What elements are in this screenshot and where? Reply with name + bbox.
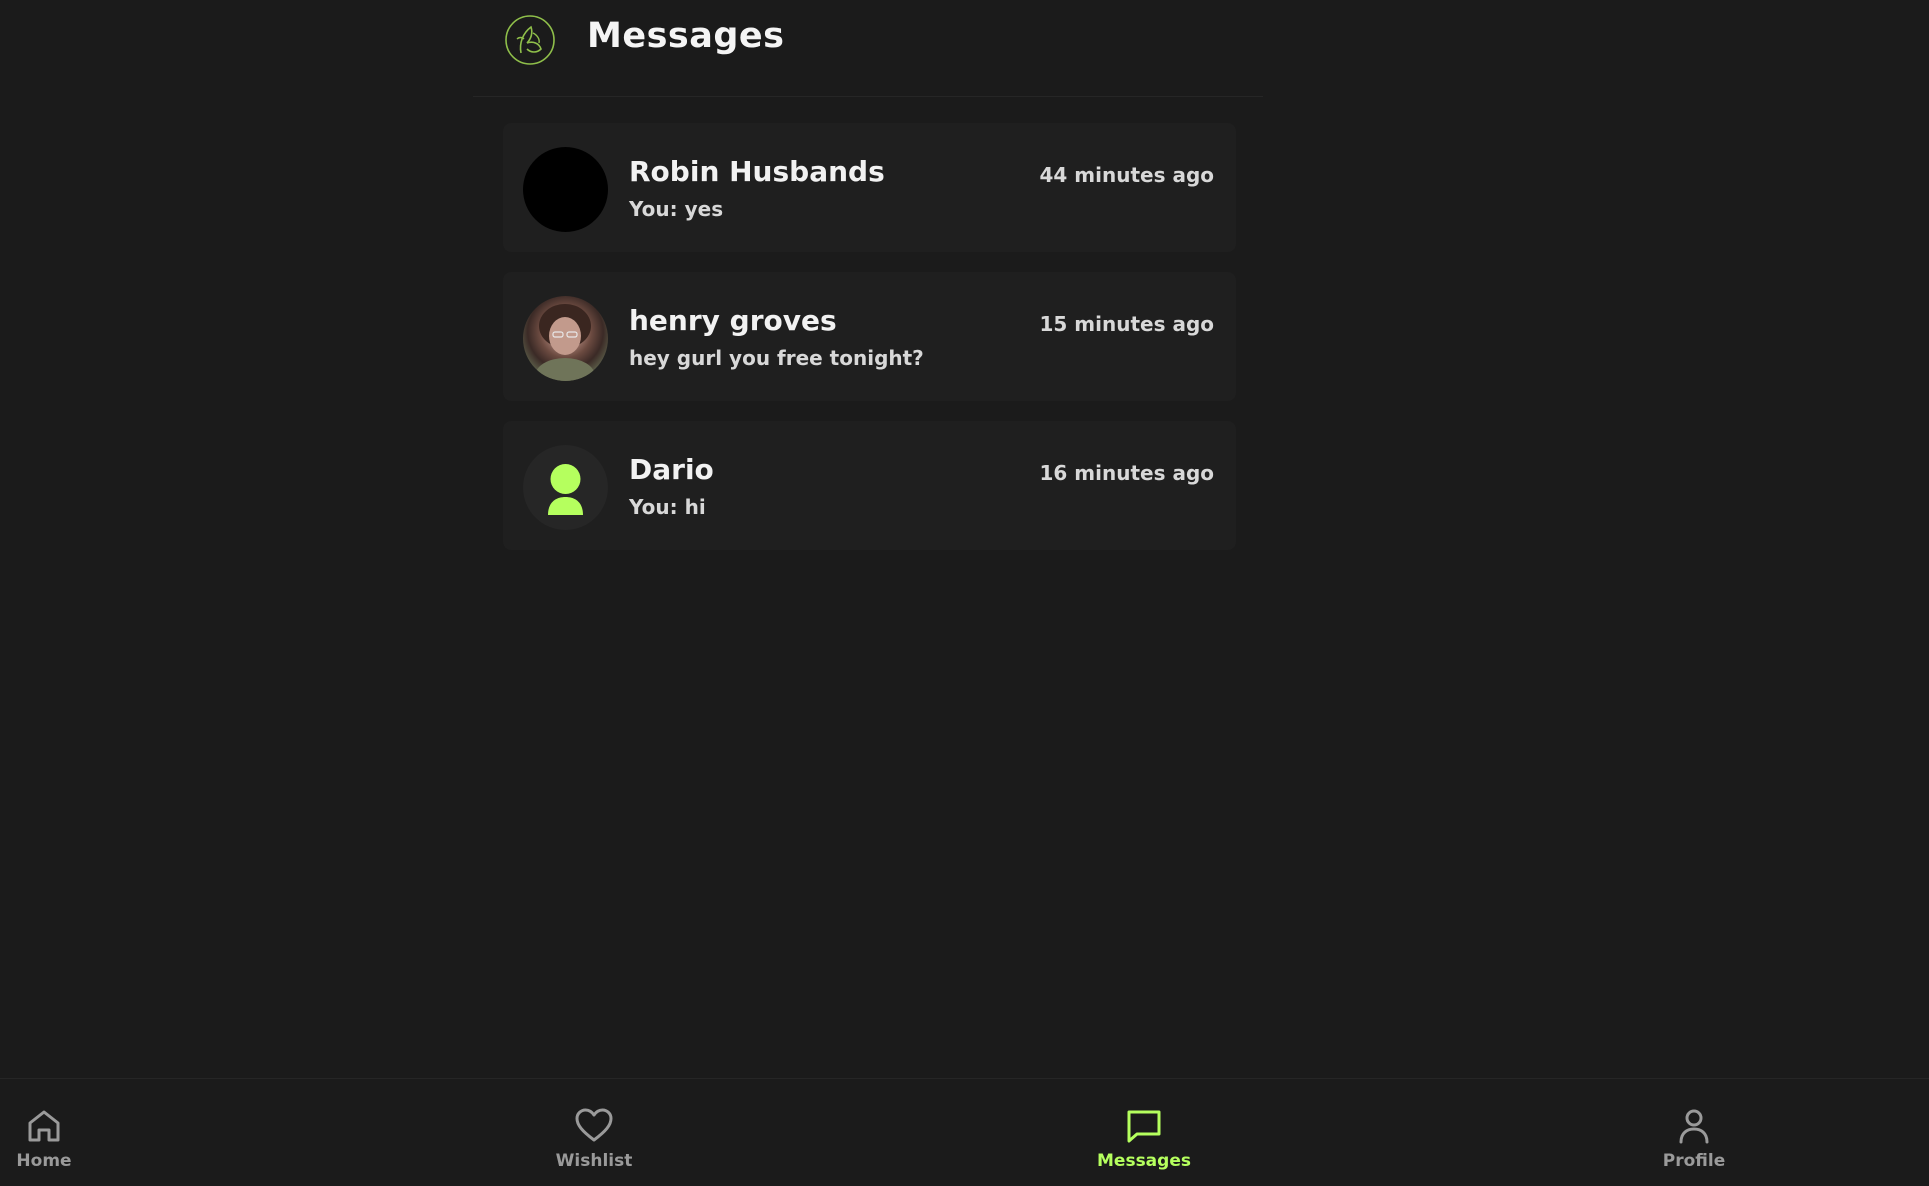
bottom-nav: Home Wishlist Messages Profile — [0, 1078, 1929, 1186]
nav-item-messages[interactable]: Messages — [1074, 1105, 1214, 1171]
nav-item-home[interactable]: Home — [0, 1105, 114, 1171]
conversation-name: henry groves — [629, 304, 837, 337]
conversation-preview: You: hi — [629, 495, 706, 519]
nav-item-profile[interactable]: Profile — [1624, 1105, 1764, 1171]
default-person-avatar-icon — [523, 445, 608, 530]
conversation-preview: hey gurl you free tonight? — [629, 346, 924, 370]
conversation-list: Robin Husbands You: yes 44 minutes ago h… — [503, 123, 1236, 570]
avatar — [523, 147, 608, 232]
page-title: Messages — [587, 16, 785, 56]
conversation-time: 16 minutes ago — [1039, 461, 1214, 485]
conversation-name: Dario — [629, 453, 714, 486]
conversation-item[interactable]: Dario You: hi 16 minutes ago — [503, 421, 1236, 550]
person-icon — [1679, 1109, 1709, 1144]
avatar — [523, 296, 608, 381]
leaf-hand-logo-icon[interactable] — [503, 13, 557, 67]
conversation-item[interactable]: henry groves hey gurl you free tonight? … — [503, 272, 1236, 401]
conversation-time: 15 minutes ago — [1039, 312, 1214, 336]
chat-bubble-icon — [1127, 1110, 1161, 1143]
nav-label-profile: Profile — [1662, 1151, 1726, 1171]
nav-item-wishlist[interactable]: Wishlist — [524, 1105, 664, 1171]
conversation-name: Robin Husbands — [629, 155, 885, 188]
header: Messages — [473, 0, 1263, 97]
messages-page: Messages Robin Husbands You: yes 44 minu… — [0, 0, 1929, 1186]
nav-label-home: Home — [16, 1151, 72, 1171]
conversation-preview: You: yes — [629, 197, 724, 221]
heart-icon — [575, 1108, 613, 1142]
nav-label-wishlist: Wishlist — [555, 1151, 633, 1171]
conversation-time: 44 minutes ago — [1039, 163, 1214, 187]
conversation-item[interactable]: Robin Husbands You: yes 44 minutes ago — [503, 123, 1236, 252]
home-icon — [28, 1110, 60, 1142]
nav-label-messages: Messages — [1097, 1151, 1191, 1171]
